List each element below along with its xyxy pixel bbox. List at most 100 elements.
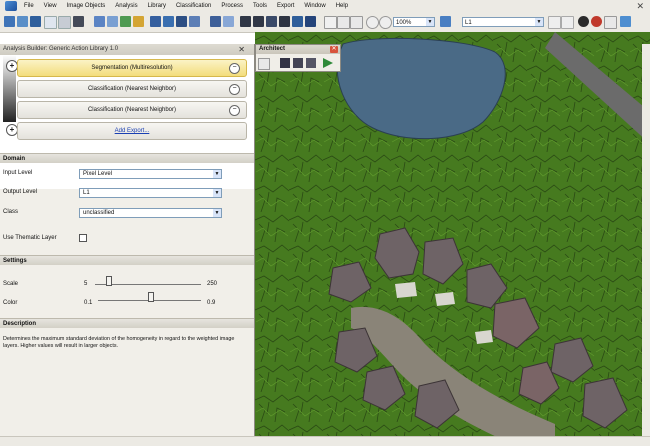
save-icon[interactable]	[280, 58, 290, 68]
tool-icon[interactable]	[189, 16, 200, 27]
print-icon[interactable]	[73, 16, 84, 27]
color-min: 0.1	[84, 300, 93, 306]
menu-process[interactable]: Process	[216, 3, 248, 9]
zoom-value: 100%	[396, 20, 412, 26]
grid-icon[interactable]	[150, 16, 161, 27]
remove-icon[interactable]: −	[229, 63, 240, 74]
pan-icon[interactable]	[337, 16, 350, 29]
tool-icon[interactable]	[133, 16, 144, 27]
grid-icon[interactable]	[604, 16, 617, 29]
map-vertical-scrollbar[interactable]	[642, 44, 650, 445]
close-icon[interactable]: ✕	[330, 46, 338, 53]
chevron-down-icon: ▼	[213, 170, 221, 178]
grid-icon[interactable]	[163, 16, 174, 27]
menu-view[interactable]: View	[39, 3, 62, 9]
layout-icon[interactable]	[266, 16, 277, 27]
class-value: unclassified	[83, 210, 115, 216]
output-level-value: L1	[83, 190, 90, 196]
run-icon[interactable]	[323, 58, 333, 68]
layout-icon[interactable]	[292, 16, 303, 27]
layout-icon[interactable]	[305, 16, 316, 27]
thematic-layer-label: Use Thematic Layer	[3, 235, 57, 241]
driveway-segment	[475, 330, 493, 344]
layout-icon[interactable]	[253, 16, 264, 27]
arrow-down-icon[interactable]	[548, 16, 561, 29]
arrow-icon[interactable]	[258, 58, 270, 70]
layout-icon[interactable]	[279, 16, 290, 27]
new-project-icon[interactable]	[17, 16, 28, 27]
menu-tools[interactable]: Tools	[248, 3, 272, 9]
color-slider-thumb[interactable]	[147, 292, 154, 302]
menu-help[interactable]: Help	[331, 3, 353, 9]
tool-icon[interactable]	[223, 16, 234, 27]
color-label: Color	[3, 300, 18, 306]
remove-icon[interactable]: −	[229, 84, 240, 95]
layers-icon[interactable]	[306, 58, 316, 68]
output-level-label: Output Level	[3, 189, 38, 195]
menu-library[interactable]: Library	[143, 3, 171, 9]
thematic-layer-checkbox[interactable]	[79, 234, 87, 242]
refresh-icon[interactable]	[440, 16, 451, 27]
chart-icon[interactable]	[620, 16, 631, 27]
arrow-up-icon[interactable]	[561, 16, 574, 29]
scale-min: 5	[84, 281, 88, 287]
layout-icon[interactable]	[240, 16, 251, 27]
domain-header[interactable]: Domain	[0, 153, 254, 163]
action-label: Classification (Nearest Neighbor)	[87, 86, 177, 92]
grid-icon[interactable]	[176, 16, 187, 27]
chevron-down-icon: ▼	[213, 209, 221, 217]
menu-export[interactable]: Export	[272, 3, 299, 9]
input-level-value: Pixel Level	[83, 171, 113, 177]
zoom-icon[interactable]	[350, 16, 363, 29]
architect-window: Architect ✕	[255, 44, 341, 72]
window-close-icon[interactable]: ✕	[636, 1, 644, 12]
zoom-select[interactable]: 100% ▼	[393, 17, 435, 27]
toolbar: 100% ▼ L1 ▼	[0, 12, 650, 33]
dot-icon[interactable]	[578, 16, 589, 27]
output-level-select[interactable]: L1 ▼	[79, 188, 222, 198]
menu-bar: File View Image Objects Analysis Library…	[0, 0, 650, 12]
save-icon[interactable]	[30, 16, 41, 27]
pointer-icon[interactable]	[324, 16, 337, 29]
input-level-select[interactable]: Pixel Level ▼	[79, 169, 222, 179]
open-project-icon[interactable]	[4, 16, 15, 27]
description-header[interactable]: Description	[0, 318, 254, 328]
close-icon[interactable]: ✕	[238, 44, 245, 55]
action-classification-2[interactable]: Classification (Nearest Neighbor) −	[17, 101, 247, 119]
remove-icon[interactable]: −	[229, 105, 240, 116]
color-max: 0.9	[207, 300, 216, 306]
scale-label: Scale	[3, 281, 19, 287]
class-label: Class	[3, 209, 19, 215]
tool-icon[interactable]	[94, 16, 105, 27]
action-label: Segmentation (Multiresolution)	[91, 65, 173, 71]
copy-icon[interactable]	[58, 16, 71, 29]
menu-analysis[interactable]: Analysis	[110, 3, 142, 9]
panel-title-bar: Analysis Builder: Generic Action Library…	[0, 44, 254, 55]
record-icon[interactable]	[591, 16, 602, 27]
level-select[interactable]: L1 ▼	[462, 17, 544, 27]
grid-icon[interactable]	[293, 58, 303, 68]
tool-icon[interactable]	[210, 16, 221, 27]
segmentation-map[interactable]	[255, 32, 650, 445]
chevron-down-icon: ▼	[213, 189, 221, 197]
tool-icon[interactable]	[120, 16, 131, 27]
blank-icon[interactable]	[44, 16, 57, 29]
map-view[interactable]	[255, 32, 650, 445]
action-label: Classification (Nearest Neighbor)	[87, 107, 177, 113]
menu-file[interactable]: File	[19, 3, 39, 9]
scale-slider-thumb[interactable]	[105, 276, 112, 286]
settings-header[interactable]: Settings	[0, 255, 254, 265]
analysis-builder-panel: Analysis Builder: Generic Action Library…	[0, 44, 255, 445]
panel-title: Analysis Builder: Generic Action Library…	[3, 46, 119, 52]
menu-classification[interactable]: Classification	[171, 3, 216, 9]
menu-image-objects[interactable]: Image Objects	[62, 3, 111, 9]
zoom-out-icon[interactable]	[366, 16, 379, 29]
zoom-in-icon[interactable]	[379, 16, 392, 29]
add-export-link[interactable]: Add Export...	[115, 128, 150, 134]
tool-icon[interactable]	[107, 16, 118, 27]
action-classification-1[interactable]: Classification (Nearest Neighbor) −	[17, 80, 247, 98]
menu-window[interactable]: Window	[299, 3, 330, 9]
action-segmentation[interactable]: Segmentation (Multiresolution) −	[17, 59, 247, 77]
driveway-segment	[395, 282, 417, 298]
class-select[interactable]: unclassified ▼	[79, 208, 222, 218]
